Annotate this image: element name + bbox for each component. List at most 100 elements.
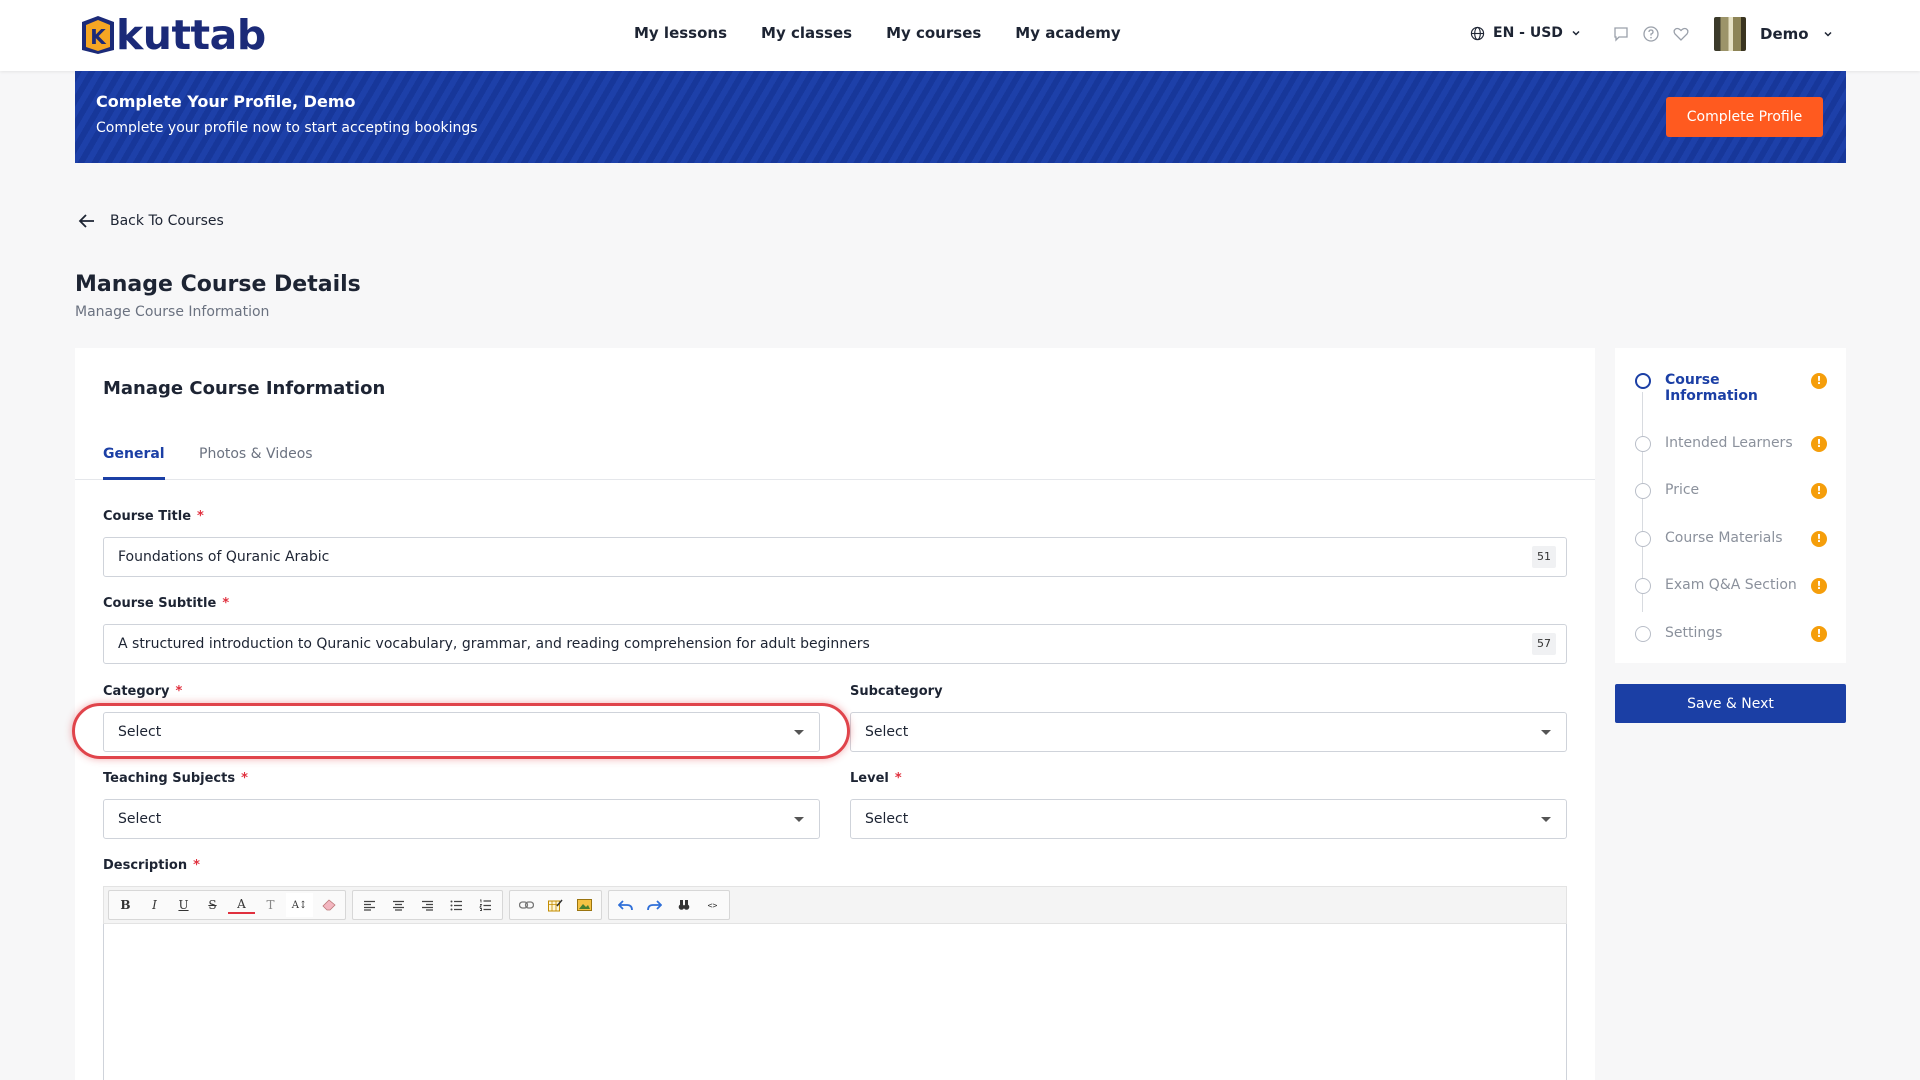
- tab-bar: General Photos & Videos: [75, 438, 1595, 480]
- step-course-materials[interactable]: Course Materials !: [1635, 530, 1835, 547]
- image-icon[interactable]: [571, 893, 598, 917]
- description-editor[interactable]: [103, 924, 1567, 1080]
- help-icon[interactable]: [1642, 25, 1660, 43]
- underline-button[interactable]: U: [170, 893, 197, 917]
- avatar: [1714, 17, 1746, 51]
- kuttab-logo-icon: K: [82, 16, 114, 54]
- edit-table-icon[interactable]: [542, 893, 569, 917]
- heart-icon[interactable]: [1672, 25, 1690, 43]
- undo-icon[interactable]: [612, 893, 639, 917]
- align-right-icon[interactable]: [414, 893, 441, 917]
- user-name: Demo: [1760, 25, 1809, 43]
- top-header: K kuttab My lessons My classes My course…: [0, 0, 1920, 71]
- nav-my-classes[interactable]: My classes: [761, 24, 852, 42]
- course-title-value: Foundations of Quranic Arabic: [118, 549, 330, 565]
- teaching-subjects-value: Select: [118, 811, 162, 827]
- warning-icon: !: [1811, 578, 1827, 594]
- main-nav: My lessons My classes My courses My acad…: [634, 24, 1121, 42]
- step-indicator: [1635, 436, 1651, 452]
- teaching-subjects-select[interactable]: Select: [103, 799, 820, 839]
- subcategory-value: Select: [865, 724, 909, 740]
- step-intended-learners[interactable]: Intended Learners !: [1635, 435, 1835, 452]
- step-indicator: [1635, 373, 1651, 389]
- toolbar-group-history: <>: [608, 890, 730, 920]
- bullet-list-icon[interactable]: [443, 893, 470, 917]
- tab-general[interactable]: General: [103, 438, 165, 480]
- nav-my-academy[interactable]: My academy: [1015, 24, 1120, 42]
- warning-icon: !: [1811, 531, 1827, 547]
- chevron-down-icon: [1572, 30, 1580, 36]
- nav-my-lessons[interactable]: My lessons: [634, 24, 727, 42]
- strikethrough-button[interactable]: S: [199, 893, 226, 917]
- step-price[interactable]: Price !: [1635, 482, 1835, 499]
- step-label: Course Materials: [1665, 530, 1783, 546]
- link-icon[interactable]: [513, 893, 540, 917]
- tab-photos-videos[interactable]: Photos & Videos: [199, 438, 313, 480]
- level-value: Select: [865, 811, 909, 827]
- complete-profile-button[interactable]: Complete Profile: [1666, 97, 1823, 137]
- eraser-icon[interactable]: [315, 893, 342, 917]
- align-left-icon[interactable]: [356, 893, 383, 917]
- warning-icon: !: [1811, 436, 1827, 452]
- step-course-information[interactable]: Course Information !: [1635, 372, 1835, 404]
- header-icons: [1612, 25, 1690, 43]
- required-mark: *: [193, 858, 200, 873]
- description-label: Description *: [103, 858, 200, 873]
- step-indicator: [1635, 483, 1651, 499]
- caret-down-icon: [794, 817, 804, 822]
- text-style-button[interactable]: T: [257, 893, 284, 917]
- find-icon[interactable]: [670, 893, 697, 917]
- step-exam-qa[interactable]: Exam Q&A Section !: [1635, 577, 1835, 594]
- locale-selector[interactable]: EN - USD: [1470, 25, 1581, 41]
- html-source-button[interactable]: <>: [699, 893, 726, 917]
- course-form-card: Manage Course Information General Photos…: [75, 348, 1595, 1080]
- toolbar-group-format: B I U S A T A↕: [108, 890, 346, 920]
- back-label: Back To Courses: [110, 213, 224, 229]
- caret-down-icon: [1541, 730, 1551, 735]
- step-indicator: [1635, 626, 1651, 642]
- subcategory-select[interactable]: Select: [850, 712, 1567, 752]
- save-next-button[interactable]: Save & Next: [1615, 684, 1846, 723]
- course-title-input[interactable]: Foundations of Quranic Arabic 51: [103, 537, 1567, 577]
- required-mark: *: [197, 509, 204, 524]
- course-subtitle-input[interactable]: A structured introduction to Quranic voc…: [103, 624, 1567, 664]
- level-select[interactable]: Select: [850, 799, 1567, 839]
- step-label: Course Information: [1665, 372, 1758, 404]
- required-mark: *: [241, 771, 248, 786]
- caret-down-icon: [1541, 817, 1551, 822]
- card-title: Manage Course Information: [103, 378, 386, 399]
- user-menu[interactable]: Demo: [1714, 17, 1833, 51]
- chat-icon[interactable]: [1612, 25, 1630, 43]
- brand-logo[interactable]: K kuttab: [78, 14, 266, 56]
- nav-my-courses[interactable]: My courses: [886, 24, 981, 42]
- profile-banner: Complete Your Profile, Demo Complete you…: [75, 71, 1846, 163]
- category-select[interactable]: Select: [103, 712, 820, 752]
- font-size-button[interactable]: A↕: [286, 893, 313, 917]
- course-subtitle-label: Course Subtitle *: [103, 596, 230, 611]
- font-color-button[interactable]: A: [228, 896, 255, 914]
- warning-icon: !: [1811, 483, 1827, 499]
- warning-icon: !: [1811, 626, 1827, 642]
- globe-icon: [1470, 26, 1485, 40]
- step-label: Price: [1665, 482, 1700, 498]
- italic-button[interactable]: I: [141, 893, 168, 917]
- redo-icon[interactable]: [641, 893, 668, 917]
- back-to-courses-link[interactable]: Back To Courses: [78, 213, 224, 229]
- editor-toolbar: B I U S A T A↕ <>: [103, 886, 1567, 924]
- logo-letter: K: [90, 25, 107, 49]
- teaching-subjects-label: Teaching Subjects *: [103, 771, 248, 786]
- bold-button[interactable]: B: [112, 893, 139, 917]
- toolbar-group-insert: [509, 890, 602, 920]
- category-value: Select: [118, 724, 162, 740]
- step-label: Exam Q&A Section: [1665, 577, 1797, 593]
- align-center-icon[interactable]: [385, 893, 412, 917]
- banner-text: Complete your profile now to start accep…: [96, 120, 478, 136]
- step-label: Settings: [1665, 625, 1723, 641]
- step-settings[interactable]: Settings !: [1635, 625, 1835, 642]
- required-mark: *: [894, 771, 902, 786]
- numbered-list-icon[interactable]: [472, 893, 499, 917]
- toolbar-group-align: [352, 890, 503, 920]
- brand-name: kuttab: [116, 11, 266, 59]
- course-subtitle-counter: 57: [1532, 633, 1556, 655]
- step-label: Intended Learners: [1665, 435, 1793, 451]
